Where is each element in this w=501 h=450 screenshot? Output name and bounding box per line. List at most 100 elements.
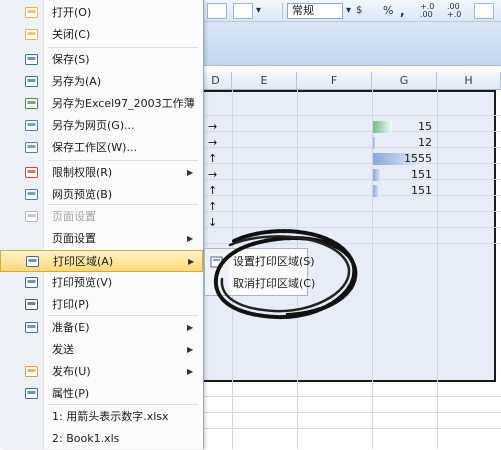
print-area-icon <box>26 256 39 267</box>
grid-line <box>200 243 501 244</box>
menu-item[interactable]: 打印区域(A) ▶ <box>0 250 203 272</box>
decrease-decimal-button[interactable]: .00 +.0 <box>447 3 467 19</box>
comma-button[interactable]: , <box>400 3 405 19</box>
column-header[interactable]: F <box>297 72 372 90</box>
grid-line <box>200 396 501 397</box>
menu-item[interactable]: 保存(S) <box>0 49 203 71</box>
grid-line <box>200 179 501 180</box>
cell-value[interactable]: 1555 <box>372 152 434 166</box>
arrow-symbol: ↓ <box>208 216 218 229</box>
currency-icon[interactable]: $ <box>356 3 362 19</box>
menu-separator <box>48 160 198 161</box>
menu-item-label: 打印预览(V) <box>52 276 113 289</box>
submenu-arrow-icon: ▶ <box>187 234 194 243</box>
menu-item-label: 页面设置 <box>52 210 96 223</box>
submenu-arrow-icon: ▶ <box>187 168 194 177</box>
menu-item-label: 属性(P) <box>52 387 90 400</box>
page-setup-icon <box>25 211 38 222</box>
cell-value[interactable]: 151 <box>372 168 434 182</box>
grid-line <box>200 428 501 429</box>
menu-item-label: 另存为Excel97_2003工作薄 <box>52 97 195 110</box>
indent-button[interactable] <box>474 3 494 19</box>
submenu-arrow-icon: ▶ <box>188 257 195 266</box>
menu-item-label: 1: 用箭头表示数字.xlsx <box>52 410 169 423</box>
menu-item-label: 保存工作区(W)... <box>52 141 137 154</box>
chevron-down-icon[interactable]: ▾ <box>256 3 261 19</box>
menu-item-label: 发送 <box>52 343 74 356</box>
prepare-icon <box>25 322 38 333</box>
menu-item[interactable]: 另存为Excel97_2003工作薄 <box>0 93 203 115</box>
arrow-symbol: ↑ <box>208 184 218 197</box>
menu-item-label: 另存为(A) <box>52 75 102 88</box>
cell-value[interactable]: 15 <box>372 120 434 134</box>
grid-line <box>200 147 501 148</box>
menu-item[interactable]: 关闭(C) <box>0 24 203 46</box>
menu-item[interactable]: 保存工作区(W)... <box>0 137 203 159</box>
submenu-arrow-icon: ▶ <box>187 367 194 376</box>
web-preview-icon <box>25 189 38 200</box>
menu-item[interactable]: 发送 ▶ <box>0 339 203 361</box>
set-print-area-menu-item[interactable]: 设置打印区域(S) <box>205 251 315 273</box>
border-button[interactable] <box>233 3 253 19</box>
menu-item[interactable]: 准备(E) ▶ <box>0 317 203 339</box>
submenu-arrow-icon: ▶ <box>187 323 194 332</box>
menu-item-label: 保存(S) <box>52 53 90 66</box>
menu-item[interactable]: 另存为网页(G)... <box>0 115 203 137</box>
permission-icon <box>25 167 38 178</box>
menu-item[interactable]: 发布(U) ▶ <box>0 361 203 383</box>
menu-item-label: 限制权限(R) <box>52 166 113 179</box>
arrow-symbol: → <box>208 168 218 181</box>
menu-item-label: 打印区域(A) <box>53 255 114 268</box>
merge-center-button[interactable] <box>207 3 227 19</box>
menu-item[interactable]: 属性(P) <box>0 383 203 405</box>
grid-line <box>200 115 501 116</box>
menu-separator <box>48 315 198 316</box>
chevron-down-icon[interactable]: ▾ <box>346 3 351 19</box>
menu-item-label: 发布(U) <box>52 365 91 378</box>
menu-item-label: 页面设置 <box>52 232 96 245</box>
menu-item[interactable]: 打印(P) <box>0 294 203 316</box>
menu-item[interactable]: 打开(O) <box>0 2 203 24</box>
grid-line <box>200 163 501 164</box>
clear-print-area-label: 取消打印区域(C) <box>233 277 316 290</box>
menu-item[interactable]: 限制权限(R) ▶ <box>0 162 203 184</box>
menu-item[interactable]: 2: Book1.xls <box>0 428 203 450</box>
percent-button[interactable]: % <box>383 3 393 19</box>
number-format-select[interactable]: 常规 <box>287 3 343 19</box>
menu-item[interactable]: 另存为(A) <box>0 71 203 93</box>
menu-item[interactable]: 打印预览(V) <box>0 272 203 294</box>
grid-line <box>200 412 501 413</box>
arrow-symbol: ↑ <box>208 200 218 213</box>
print-area-submenu: 设置打印区域(S) 取消打印区域(C) <box>204 248 315 296</box>
grid-line <box>200 195 501 196</box>
save-as-icon <box>25 76 38 87</box>
folder-open-icon <box>25 7 38 18</box>
submenu-arrow-icon: ▶ <box>187 345 194 354</box>
cell-value[interactable]: 151 <box>372 184 434 198</box>
set-print-area-icon <box>210 256 223 268</box>
menu-item[interactable]: 页面设置 ▶ <box>0 228 203 250</box>
menu-item-label: 打开(O) <box>52 6 92 19</box>
menu-separator <box>48 404 198 405</box>
menu-item-label: 网页预览(B) <box>52 188 113 201</box>
menu-separator <box>48 47 198 48</box>
properties-icon <box>25 388 38 399</box>
folder-close-icon <box>25 29 38 40</box>
increase-decimal-button[interactable]: +.0 .00 <box>420 3 440 19</box>
menu-item-label: 另存为网页(G)... <box>52 119 135 132</box>
workspace-icon <box>25 142 38 153</box>
column-header[interactable]: D <box>200 72 232 90</box>
column-header[interactable]: G <box>372 72 437 90</box>
arrow-symbol: → <box>208 136 218 149</box>
clear-print-area-menu-item[interactable]: 取消打印区域(C) <box>205 273 315 295</box>
cell-value[interactable]: 12 <box>372 136 434 150</box>
menu-item[interactable]: 网页预览(B) <box>0 184 203 206</box>
menu-item-label: 打印(P) <box>52 298 90 311</box>
column-header[interactable]: H <box>437 72 501 90</box>
menu-item-label: 关闭(C) <box>52 28 91 41</box>
column-header[interactable]: E <box>232 72 297 90</box>
office-menu: 打开(O) 关闭(C) 保存(S) 另存为(A) 另存为Excel97_2003工作薄另… <box>0 0 204 449</box>
excel-save-icon <box>25 98 38 109</box>
set-print-area-label: 设置打印区域(S) <box>233 255 315 268</box>
menu-item[interactable]: 1: 用箭头表示数字.xlsx <box>0 406 203 428</box>
